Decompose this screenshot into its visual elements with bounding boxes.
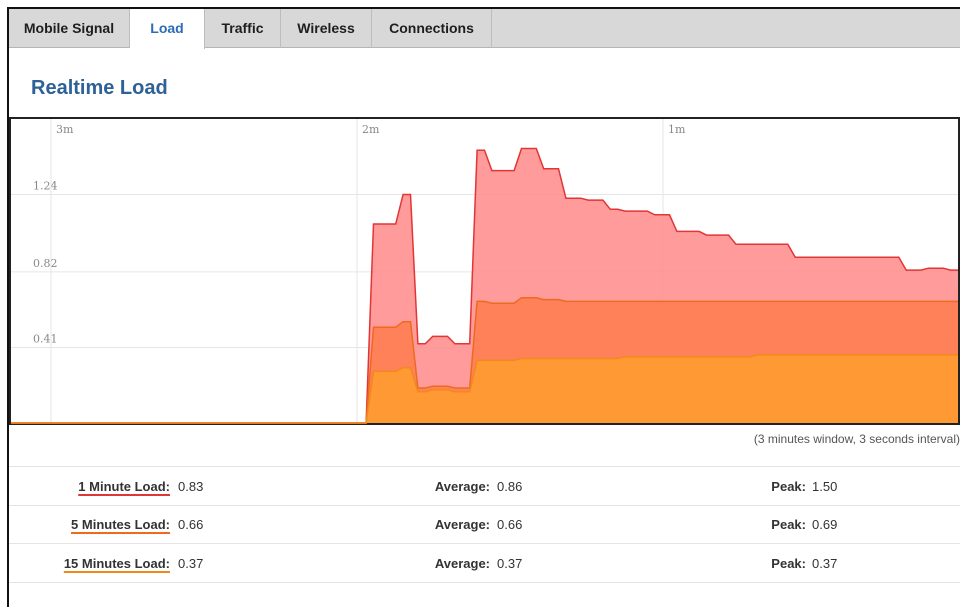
one-minute-peak-label: Peak: [771, 479, 806, 494]
separator [9, 505, 960, 506]
five-minutes-average-label: Average: [434, 517, 490, 532]
one-minute-load-label: 1 Minute Load: [78, 479, 170, 494]
tab-bar: Mobile Signal Load Traffic Wireless Conn… [9, 9, 960, 49]
fifteen-minutes-load-value: 0.37 [178, 556, 204, 571]
x-tick-label: 2m [362, 123, 380, 136]
fifteen-minutes-peak-label: Peak: [771, 556, 806, 571]
y-tick-label: 0.41 [33, 332, 58, 345]
five-minutes-peak-value: 0.69 [812, 517, 838, 532]
separator [9, 582, 960, 583]
x-tick-label: 1m [668, 123, 686, 136]
y-tick-label: 0.82 [33, 257, 58, 270]
fifteen-minutes-average-label: Average: [434, 556, 490, 571]
five-minutes-load-label: 5 Minutes Load: [71, 517, 170, 532]
fifteen-minutes-load-label: 15 Minutes Load: [63, 556, 170, 571]
five-minutes-peak-label: Peak: [771, 517, 806, 532]
y-tick-label: 1.24 [33, 180, 58, 193]
fifteen-minutes-average-value: 0.37 [497, 556, 523, 571]
one-minute-average-value: 0.86 [497, 479, 523, 494]
one-minute-load-value: 0.83 [178, 479, 204, 494]
realtime-load-chart: 1.24 0.82 0.41 3m 2m 1m [9, 117, 960, 425]
five-minutes-load-value: 0.66 [178, 517, 204, 532]
window-note: (3 minutes window, 3 seconds interval) [753, 432, 960, 446]
one-minute-average-label: Average: [434, 479, 490, 494]
tab-load[interactable]: Load [130, 9, 205, 49]
tab-traffic[interactable]: Traffic [205, 9, 281, 48]
tab-mobile-signal[interactable]: Mobile Signal [9, 9, 130, 48]
separator [9, 543, 960, 544]
x-tick-label: 3m [56, 123, 74, 136]
page-title: Realtime Load [31, 77, 168, 99]
tab-connections[interactable]: Connections [372, 9, 492, 48]
separator [9, 466, 960, 467]
one-minute-peak-value: 1.50 [812, 479, 838, 494]
tab-wireless[interactable]: Wireless [281, 9, 372, 48]
five-minutes-average-value: 0.66 [497, 517, 523, 532]
fifteen-minutes-peak-value: 0.37 [812, 556, 838, 571]
